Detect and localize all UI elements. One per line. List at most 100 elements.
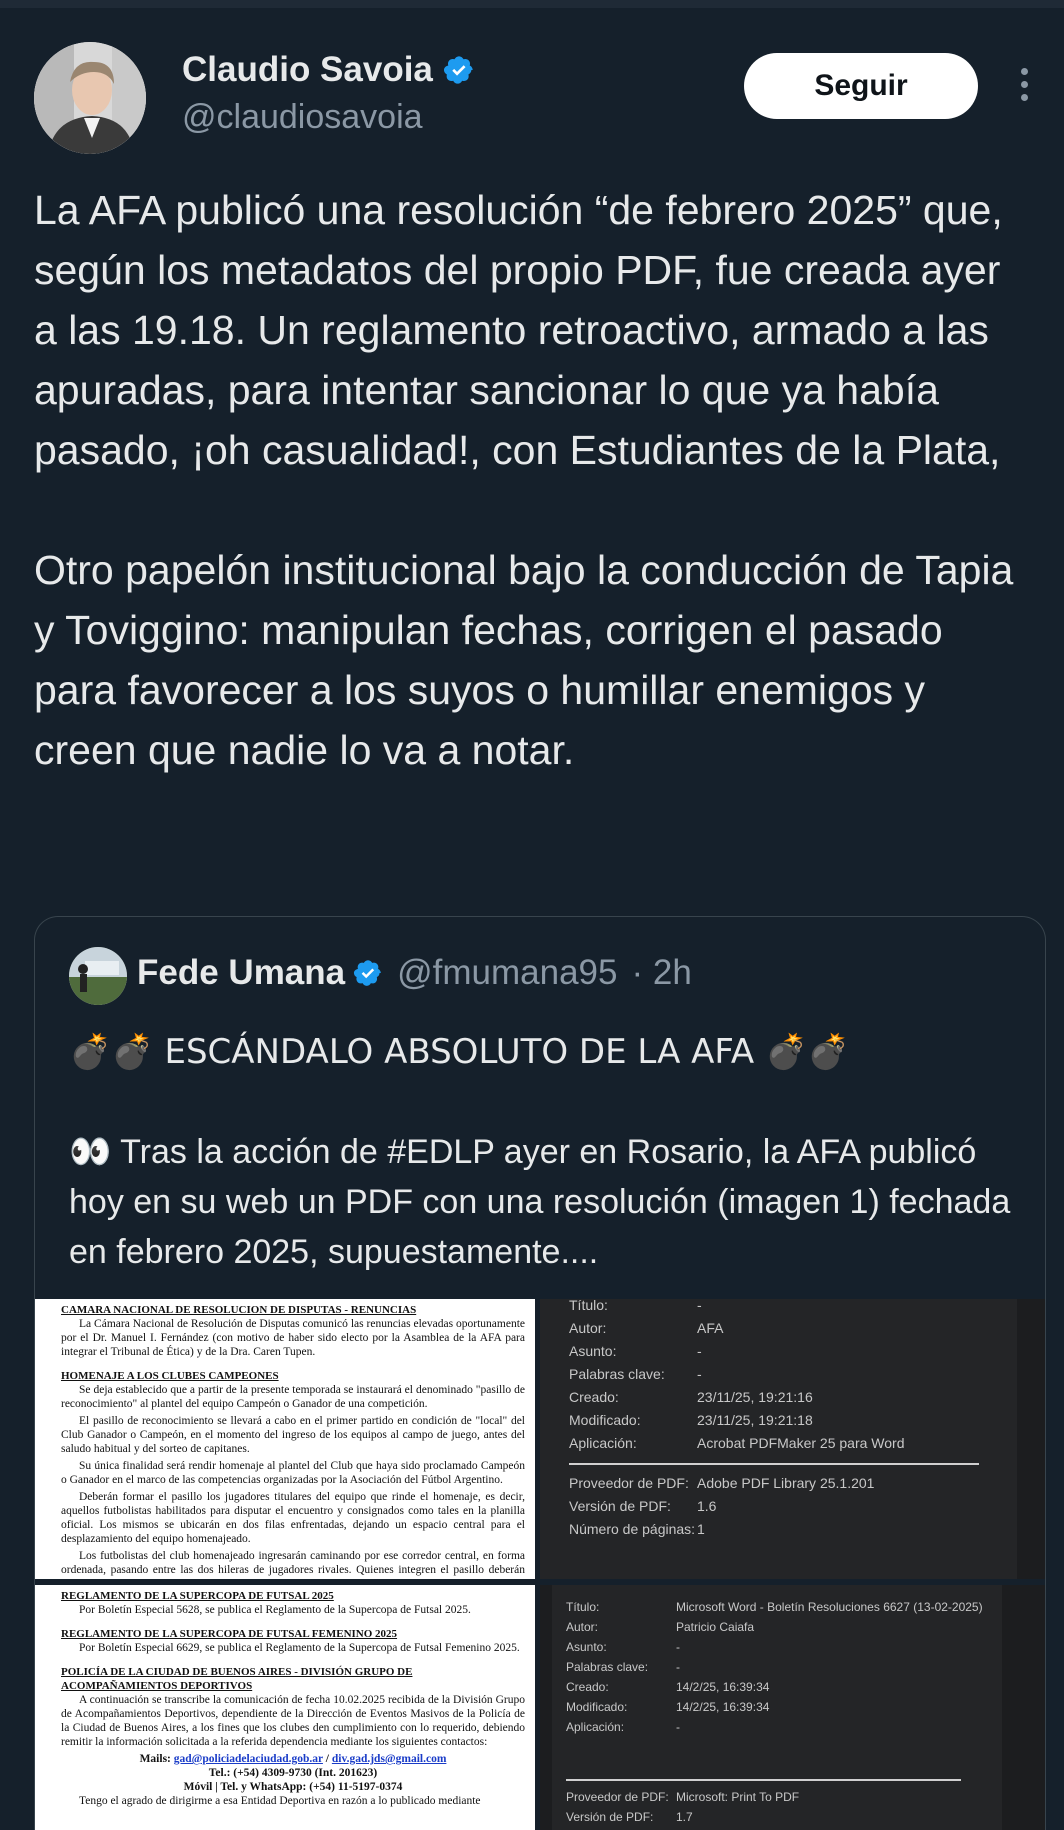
metadata-row: Asunto: - <box>569 1339 905 1362</box>
metadata-key: Creado: <box>569 1388 619 1405</box>
author-name-row[interactable]: Claudio Savoia <box>182 50 475 90</box>
doc-mail-link: gad@policiadelaciudad.gob.ar <box>173 1753 323 1765</box>
quoted-header: Fede Umana @fmumana95 · 2h <box>137 953 692 993</box>
metadata-value: 1.7 <box>676 1810 693 1824</box>
tweet-paragraph-1: La AFA publicó una resolución “de febrer… <box>34 187 1015 473</box>
metadata-row: Modificado: 14/2/25, 16:39:34 <box>566 1697 983 1717</box>
quoted-author-avatar[interactable] <box>69 947 127 1005</box>
metadata-value: Patricio Caiafa <box>676 1620 755 1634</box>
metadata-key: Asunto: <box>566 1640 607 1654</box>
metadata-value: - <box>697 1342 702 1359</box>
metadata-table: Proveedor de PDF: Microsoft: Print To PDF… <box>566 1787 799 1827</box>
metadata-divider <box>566 1779 961 1781</box>
metadata-row: Modificado: 23/11/25, 19:21:18 <box>569 1408 905 1431</box>
verified-badge-icon <box>354 960 381 986</box>
metadata-key: Proveedor de PDF: <box>569 1474 689 1491</box>
metadata-row: Título: - <box>569 1299 905 1316</box>
doc-heading: REGLAMENTO DE LA SUPERCOPA DE FUTSAL FEM… <box>61 1628 398 1640</box>
doc-mails-label: Mails: <box>139 1753 171 1765</box>
doc-paragraph: Por Boletín Especial 5628, se publica el… <box>79 1604 471 1616</box>
quoted-image-document-2[interactable]: REGLAMENTO DE LA SUPERCOPA DE FUTSAL 202… <box>35 1585 535 1830</box>
metadata-key: Palabras clave: <box>566 1660 649 1674</box>
author-avatar[interactable] <box>34 42 146 154</box>
metadata-value: - <box>697 1299 702 1313</box>
follow-button[interactable]: Seguir <box>744 53 978 119</box>
doc-heading: CAMARA NACIONAL DE RESOLUCION DE DISPUTA… <box>61 1304 417 1316</box>
metadata-key: Creado: <box>566 1680 609 1694</box>
author-handle[interactable]: @claudiosavoia <box>182 98 423 137</box>
doc-paragraph: A continuación se transcribe la comunica… <box>61 1694 525 1748</box>
quoted-author-name[interactable]: Fede Umana <box>137 953 345 993</box>
metadata-edge <box>540 1585 552 1830</box>
quoted-line-2: 👀 Tras la acción de #EDLP ayer en Rosari… <box>69 1133 1020 1271</box>
metadata-value: - <box>676 1660 680 1674</box>
doc-paragraph: Deberán formar el pasillo los jugadores … <box>61 1491 525 1545</box>
metadata-key: Aplicación: <box>569 1434 637 1451</box>
metadata-key: Versión de PDF: <box>566 1810 654 1824</box>
metadata-row: Asunto: - <box>566 1637 983 1657</box>
metadata-value: 23/11/25, 19:21:18 <box>697 1411 813 1428</box>
doc-paragraph: Por Boletín Especial 6629, se publica el… <box>79 1642 520 1654</box>
doc-paragraph: Su única finalidad será rendir homenaje … <box>61 1460 525 1486</box>
metadata-value: - <box>676 1640 680 1654</box>
metadata-edge <box>1002 1585 1045 1830</box>
metadata-table: Proveedor de PDF: Adobe PDF Library 25.1.… <box>569 1471 874 1540</box>
metadata-key: Autor: <box>566 1620 599 1634</box>
metadata-key: Modificado: <box>566 1700 628 1714</box>
quoted-line-1: 💣💣 ESCÁNDALO ABSOLUTO DE LA AFA 💣💣 <box>69 1032 850 1072</box>
quoted-image-metadata-1[interactable]: Título: - Autor: AFA Asunto: - Palabras clave:… <box>540 1299 1045 1579</box>
metadata-row: Creado: 14/2/25, 16:39:34 <box>566 1677 983 1697</box>
quoted-image-document-1[interactable]: CAMARA NACIONAL DE RESOLUCION DE DISPUTA… <box>35 1299 535 1579</box>
quoted-image-metadata-2[interactable]: Título: Microsoft Word - Boletín Resoluci… <box>540 1585 1045 1830</box>
verified-badge-icon <box>443 56 473 84</box>
metadata-row: Versión de PDF: 1.7 <box>566 1807 799 1827</box>
quoted-text: 💣💣 ESCÁNDALO ABSOLUTO DE LA AFA 💣💣 👀 Tra… <box>69 1027 1029 1277</box>
doc-paragraph: El pasillo de reconocimiento se llevará … <box>61 1415 525 1455</box>
metadata-row: Número de páginas: 1 <box>569 1517 874 1540</box>
metadata-table: Título: - Autor: AFA Asunto: - Palabras clave:… <box>569 1299 905 1454</box>
quoted-author-handle[interactable]: @fmumana95 <box>397 953 617 993</box>
metadata-key: Modificado: <box>569 1411 641 1428</box>
metadata-row: Palabras clave: - <box>566 1657 983 1677</box>
doc-paragraph: Los futbolistas del club homenajeado ing… <box>61 1550 525 1579</box>
metadata-key: Título: <box>569 1299 608 1313</box>
quoted-timestamp[interactable]: · 2h <box>631 953 691 993</box>
metadata-value: AFA <box>697 1319 724 1336</box>
doc-phone: Tel.: (+54) 4309-9730 (Int. 201623) <box>208 1767 378 1779</box>
metadata-table: Título: Microsoft Word - Boletín Resoluci… <box>566 1597 983 1737</box>
metadata-row: Autor: AFA <box>569 1316 905 1339</box>
metadata-edge <box>1017 1299 1045 1579</box>
metadata-key: Asunto: <box>569 1342 617 1359</box>
author-name[interactable]: Claudio Savoia <box>182 50 433 90</box>
metadata-value: Microsoft: Print To PDF <box>676 1790 800 1804</box>
tweet-paragraph-2: Otro papelón institucional bajo la condu… <box>34 547 1025 773</box>
metadata-row: Aplicación: - <box>566 1717 983 1737</box>
metadata-row: Proveedor de PDF: Adobe PDF Library 25.1.… <box>569 1471 874 1494</box>
metadata-key: Aplicación: <box>566 1720 625 1734</box>
metadata-row: Creado: 23/11/25, 19:21:16 <box>569 1385 905 1408</box>
metadata-value: 1.6 <box>697 1497 717 1514</box>
doc-paragraph: La Cámara Nacional de Resolución de Disp… <box>61 1318 525 1358</box>
doc-paragraph: Tengo el agrado de dirigirme a esa Entid… <box>79 1795 481 1807</box>
metadata-key: Versión de PDF: <box>569 1497 671 1514</box>
metadata-value: 23/11/25, 19:21:16 <box>697 1388 813 1405</box>
metadata-key: Autor: <box>569 1319 607 1336</box>
quoted-tweet[interactable]: Fede Umana @fmumana95 · 2h 💣💣 ESCÁNDALO … <box>34 916 1046 1830</box>
doc-mobile: Móvil | Tel. y WhatsApp: (+54) 11-5197-0… <box>183 1781 403 1793</box>
metadata-row: Aplicación: Acrobat PDFMaker 25 para Word <box>569 1431 905 1454</box>
metadata-key: Palabras clave: <box>569 1365 665 1382</box>
metadata-row: Versión de PDF: 1.6 <box>569 1494 874 1517</box>
doc-heading: HOMENAJE A LOS CLUBES CAMPEONES <box>61 1370 279 1382</box>
metadata-value: Adobe PDF Library 25.1.201 <box>697 1474 875 1491</box>
metadata-divider <box>569 1463 979 1465</box>
more-options-icon[interactable] <box>1014 68 1034 108</box>
tweet-text: La AFA publicó una resolución “de febrer… <box>34 180 1034 780</box>
metadata-key: Título: <box>566 1600 600 1614</box>
doc-mail-link: div.gad.jds@gmail.com <box>331 1753 447 1765</box>
metadata-key: Proveedor de PDF: <box>566 1790 669 1804</box>
metadata-row: Autor: Patricio Caiafa <box>566 1617 983 1637</box>
metadata-row: Palabras clave: - <box>569 1362 905 1385</box>
metadata-key: Número de páginas: <box>569 1520 696 1537</box>
metadata-value: 1 <box>697 1520 705 1537</box>
metadata-row: Proveedor de PDF: Microsoft: Print To PDF <box>566 1787 799 1807</box>
